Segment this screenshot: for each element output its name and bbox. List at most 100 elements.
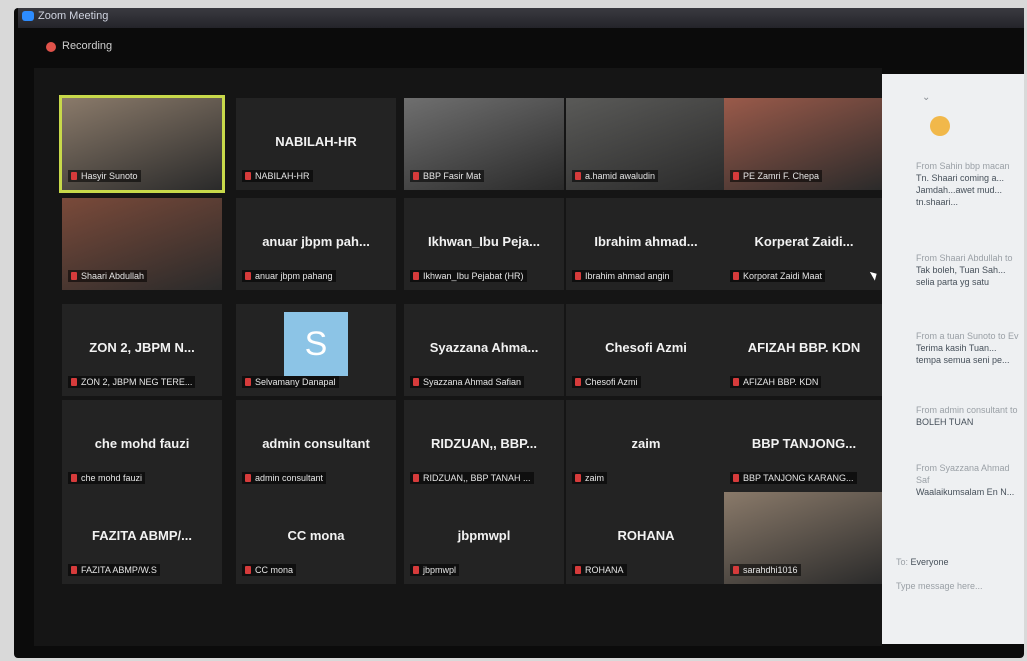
participant-tile[interactable]: CC mona CC mona: [236, 492, 396, 584]
chat-message: From Shaari Abdullah to Tak boleh, Tuan …: [916, 253, 1013, 287]
participant-display-name: Syazzana Ahma...: [429, 340, 539, 355]
participant-tile[interactable]: Chesofi Azmi Chesofi Azmi: [566, 304, 726, 396]
muted-mic-icon: [733, 272, 739, 280]
muted-mic-icon: [71, 566, 77, 574]
muted-mic-icon: [71, 474, 77, 482]
participant-tile[interactable]: anuar jbpm pah... anuar jbpm pahang: [236, 198, 396, 290]
muted-mic-icon: [413, 566, 419, 574]
participant-tile[interactable]: a.hamid awaludin: [566, 98, 726, 190]
participant-tile[interactable]: BBP TANJONG... BBP TANJONG KARANG...: [724, 400, 884, 492]
participant-display-name: AFIZAH BBP. KDN: [747, 340, 861, 355]
muted-mic-icon: [71, 172, 77, 180]
participant-tile[interactable]: che mohd fauzi che mohd fauzi: [62, 400, 222, 492]
muted-mic-icon: [733, 474, 739, 482]
participant-display-name: zaim: [631, 436, 661, 451]
participant-tile[interactable]: FAZITA ABMP/... FAZITA ABMP/W.S: [62, 492, 222, 584]
participant-name-label: Chesofi Azmi: [572, 376, 641, 388]
muted-mic-icon: [575, 378, 581, 386]
participant-tile[interactable]: PE Zamri F. Chepa: [724, 98, 884, 190]
participant-display-name: che mohd fauzi: [94, 436, 190, 451]
chevron-down-icon[interactable]: ⌄: [922, 92, 930, 103]
zoom-logo-icon: [22, 11, 34, 21]
window-titlebar: [18, 8, 1024, 28]
muted-mic-icon: [71, 378, 77, 386]
muted-mic-icon: [733, 566, 739, 574]
recording-icon: [46, 42, 56, 52]
muted-mic-icon: [245, 378, 251, 386]
participant-tile[interactable]: BBP Fasir Mat: [404, 98, 564, 190]
participant-name-label: Selvamany Danapal: [242, 376, 339, 388]
participant-display-name: ZON 2, JBPM N...: [89, 340, 195, 355]
muted-mic-icon: [245, 566, 251, 574]
muted-mic-icon: [245, 272, 251, 280]
participant-display-name: Korperat Zaidi...: [754, 234, 854, 249]
muted-mic-icon: [71, 272, 77, 280]
participant-display-name: admin consultant: [262, 436, 370, 451]
participant-name-label: jbpmwpl: [410, 564, 460, 576]
muted-mic-icon: [245, 172, 251, 180]
participant-tile[interactable]: Korperat Zaidi... Korporat Zaidi Maat: [724, 198, 884, 290]
participant-name-label: Hasyir Sunoto: [68, 170, 141, 182]
participant-display-name: anuar jbpm pah...: [262, 234, 370, 249]
participant-tile[interactable]: Hasyir Sunoto: [59, 95, 225, 193]
participant-name-label: BBP Fasir Mat: [410, 170, 484, 182]
muted-mic-icon: [575, 172, 581, 180]
participant-display-name: RIDZUAN,, BBP...: [431, 436, 537, 451]
chat-message: From Sahin bbp macan Tn. Shaari coming a…: [916, 161, 1010, 207]
participant-tile[interactable]: sarahdhi1016: [724, 492, 884, 584]
recipient-dropdown[interactable]: Everyone: [911, 557, 949, 567]
participant-name-label: PE Zamri F. Chepa: [730, 170, 823, 182]
muted-mic-icon: [245, 474, 251, 482]
recording-label[interactable]: Recording: [62, 40, 112, 52]
participant-name-label: admin consultant: [242, 472, 327, 484]
participant-name-label: ROHANA: [572, 564, 627, 576]
gallery-view: Hasyir Sunoto NABILAH-HR NABILAH-HR BBP Fas…: [34, 68, 884, 646]
chat-input[interactable]: Type message here...: [896, 580, 1004, 592]
participant-name-label: BBP TANJONG KARANG...: [730, 472, 857, 484]
participant-tile[interactable]: Syazzana Ahma... Syazzana Ahmad Safian: [404, 304, 564, 396]
participant-display-name: CC mona: [287, 528, 345, 543]
participant-tile[interactable]: Shaari Abdullah: [62, 198, 222, 290]
muted-mic-icon: [413, 474, 419, 482]
participant-display-name: ROHANA: [617, 528, 675, 543]
muted-mic-icon: [413, 172, 419, 180]
participant-avatar: S: [284, 312, 348, 376]
participant-tile[interactable]: S Selvamany Danapal: [236, 304, 396, 396]
participant-display-name: BBP TANJONG...: [751, 436, 857, 451]
participant-name-label: zaim: [572, 472, 608, 484]
muted-mic-icon: [575, 566, 581, 574]
participant-tile[interactable]: jbpmwpl jbpmwpl: [404, 492, 564, 584]
participant-name-label: NABILAH-HR: [242, 170, 313, 182]
participant-name-label: a.hamid awaludin: [572, 170, 659, 182]
chat-recipient[interactable]: To: Everyone: [896, 556, 1004, 568]
participant-tile[interactable]: admin consultant admin consultant: [236, 400, 396, 492]
chat-message: From a tuan Sunoto to Ev Terima kasih Tu…: [916, 331, 1019, 365]
participant-tile[interactable]: AFIZAH BBP. KDN AFIZAH BBP. KDN: [724, 304, 884, 396]
muted-mic-icon: [575, 474, 581, 482]
participant-tile[interactable]: Ikhwan_Ibu Peja... Ikhwan_Ibu Pejabat (HR…: [404, 198, 564, 290]
participant-display-name: Chesofi Azmi: [605, 340, 687, 355]
muted-mic-icon: [413, 272, 419, 280]
participant-name-label: AFIZAH BBP. KDN: [730, 376, 822, 388]
participant-tile[interactable]: ROHANA ROHANA: [566, 492, 726, 584]
participant-tile[interactable]: Ibrahim ahmad... Ibrahim ahmad angin: [566, 198, 726, 290]
participant-display-name: NABILAH-HR: [275, 134, 357, 149]
emoji-icon: [930, 116, 950, 136]
participant-tile[interactable]: RIDZUAN,, BBP... RIDZUAN,, BBP TANAH ...: [404, 400, 564, 492]
participant-display-name: Ikhwan_Ibu Peja...: [428, 234, 540, 249]
participant-name-label: che mohd fauzi: [68, 472, 146, 484]
chat-message: From admin consultant to BOLEH TUAN: [916, 405, 1018, 427]
participant-name-label: ZON 2, JBPM NEG TERE...: [68, 376, 196, 388]
participant-name-label: Korporat Zaidi Maat: [730, 270, 826, 282]
participant-name-label: Syazzana Ahmad Safian: [410, 376, 525, 388]
muted-mic-icon: [733, 378, 739, 386]
participant-name-label: Ikhwan_Ibu Pejabat (HR): [410, 270, 527, 282]
participant-tile[interactable]: ZON 2, JBPM N... ZON 2, JBPM NEG TERE...: [62, 304, 222, 396]
participant-name-label: sarahdhi1016: [730, 564, 801, 576]
participant-tile[interactable]: NABILAH-HR NABILAH-HR: [236, 98, 396, 190]
muted-mic-icon: [575, 272, 581, 280]
participant-name-label: Ibrahim ahmad angin: [572, 270, 673, 282]
participant-display-name: Ibrahim ahmad...: [594, 234, 698, 249]
participant-tile[interactable]: zaim zaim: [566, 400, 726, 492]
participant-name-label: Shaari Abdullah: [68, 270, 148, 282]
